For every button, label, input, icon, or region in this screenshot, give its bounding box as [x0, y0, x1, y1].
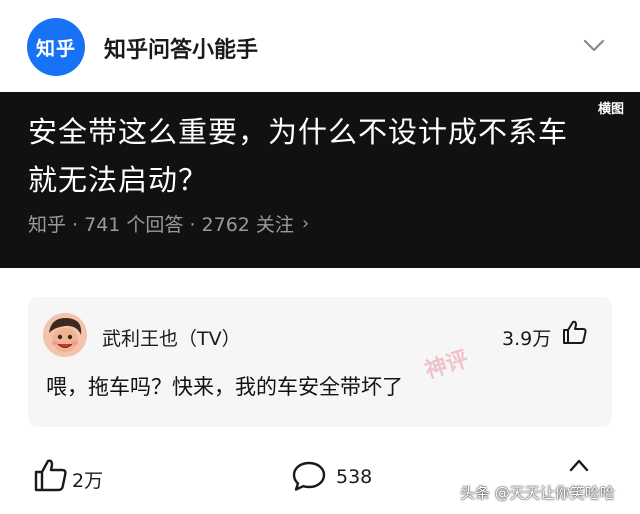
thumbs-up-icon[interactable] [34, 458, 68, 492]
share-icon[interactable] [568, 458, 590, 472]
account-name[interactable]: 知乎问答小能手 [104, 32, 258, 64]
watermark: 头条 @天天让你笑哈哈 [460, 484, 615, 502]
question-card[interactable]: 横图 安全带这么重要，为什么不设计成不系车就无法启动？ 知乎 · 741 个回答… [0, 92, 640, 268]
header: 知乎 知乎问答小能手 [0, 0, 640, 92]
chevron-down-icon[interactable] [582, 38, 606, 54]
action-bar: 2万 538 头条 @天天让你笑哈哈 [0, 450, 640, 514]
comment-icon[interactable] [291, 460, 327, 492]
question-title[interactable]: 安全带这么重要，为什么不设计成不系车就无法启动？ [28, 108, 588, 204]
answer-like-count: 3.9万 [502, 328, 552, 350]
question-meta-text: 知乎 · 741 个回答 · 2762 关注 [28, 214, 294, 236]
avatar[interactable] [43, 313, 87, 357]
thumbs-up-icon[interactable] [562, 319, 588, 345]
landscape-tag: 横图 [598, 102, 625, 117]
like-count[interactable]: 2万 [72, 466, 103, 493]
answer-card[interactable]: 武利王也（TV） 神评 3.9万 喂，拖车吗？快来，我的车安全带坏了 [28, 297, 612, 427]
zhihu-logo[interactable]: 知乎 [27, 18, 85, 76]
comment-count[interactable]: 538 [336, 466, 372, 488]
chevron-right-icon: › [301, 213, 310, 234]
answer-text[interactable]: 喂，拖车吗？快来，我的车安全带坏了 [46, 371, 403, 401]
author-name[interactable]: 武利王也（TV） [102, 324, 241, 351]
avatar-image [43, 313, 87, 357]
hot-comment-stamp: 神评 [421, 346, 472, 385]
question-meta[interactable]: 知乎 · 741 个回答 · 2762 关注 › [28, 210, 309, 237]
